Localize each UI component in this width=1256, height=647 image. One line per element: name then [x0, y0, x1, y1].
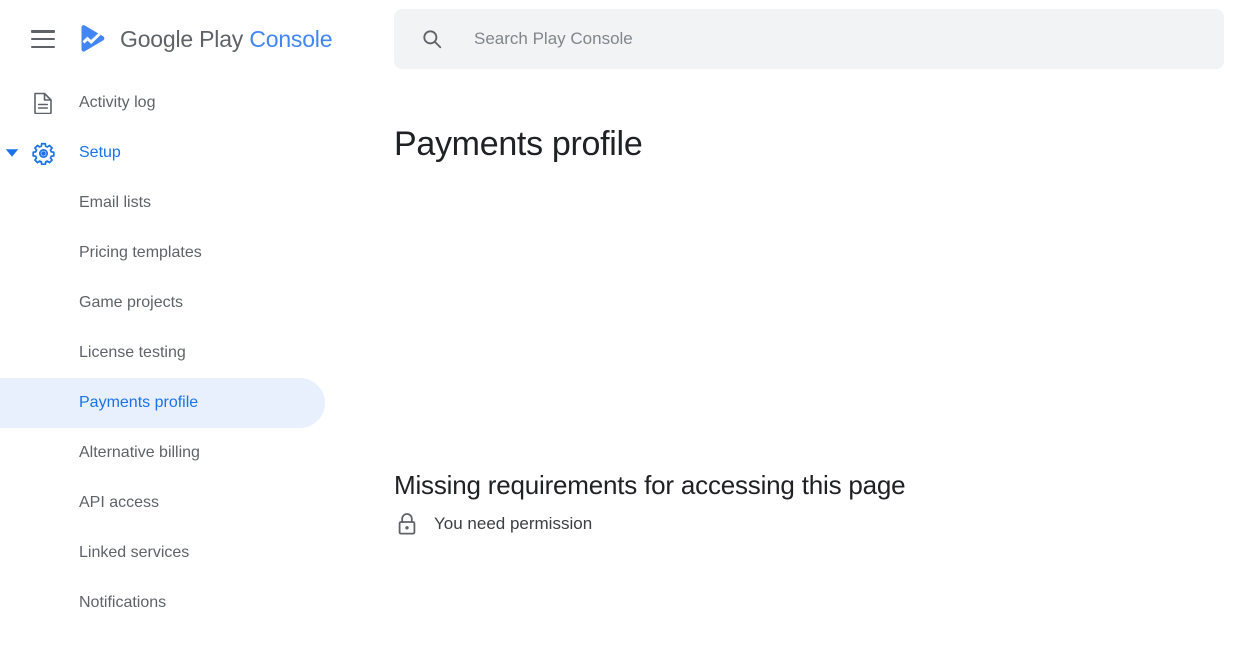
caret-down-icon[interactable] [2, 143, 22, 163]
sidebar-item-license-testing[interactable]: License testing [0, 328, 394, 378]
sidebar-item-payments-profile[interactable]: Payments profile [0, 378, 325, 428]
sidebar-item-activity-log[interactable]: Activity log [0, 78, 394, 128]
sidebar-item-label: Linked services [79, 544, 190, 561]
sidebar-item-linked-services[interactable]: Linked services [0, 528, 394, 578]
sidebar-item-email-lists[interactable]: Email lists [0, 178, 394, 228]
sidebar-header: Google Play Console [0, 0, 394, 78]
sidebar-item-pricing-templates[interactable]: Pricing templates [0, 228, 394, 278]
requirement-item: You need permission [394, 511, 592, 537]
sidebar-item-api-access[interactable]: API access [0, 478, 394, 528]
sidebar-item-label: License testing [79, 344, 186, 361]
play-console-app: Google Play Console Activity log Setup E… [0, 0, 1256, 647]
search-bar[interactable] [394, 9, 1224, 69]
sidebar-item-setup[interactable]: Setup [0, 128, 394, 178]
requirement-text: You need permission [434, 514, 593, 533]
missing-requirements-heading: Missing requirements for accessing this … [394, 469, 906, 500]
sidebar-item-label: API access [79, 494, 160, 511]
sidebar-item-label: Setup [79, 144, 121, 161]
sidebar: Google Play Console Activity log Setup E… [0, 0, 394, 647]
brand-logo-link[interactable]: Google Play Console [76, 23, 333, 55]
document-icon [31, 91, 55, 115]
play-console-logo-icon [81, 25, 105, 52]
sidebar-item-notifications[interactable]: Notifications [0, 578, 394, 628]
hamburger-menu-icon[interactable] [31, 30, 55, 48]
gear-icon [31, 141, 55, 165]
sidebar-nav: Activity log Setup Email lists Pricing t… [0, 78, 394, 628]
hamburger-bar-3 [31, 45, 55, 48]
brand-title-primary: Google Play [120, 25, 244, 52]
sidebar-item-label: Game projects [79, 294, 184, 311]
search-icon [420, 27, 444, 51]
sidebar-item-alternative-billing[interactable]: Alternative billing [0, 428, 394, 478]
page-title: Payments profile [394, 124, 643, 163]
sidebar-item-label: Pricing templates [79, 244, 202, 261]
lock-icon [394, 511, 420, 537]
hamburger-bar-1 [31, 30, 55, 33]
sidebar-item-label: Alternative billing [79, 444, 200, 461]
sidebar-item-label: Payments profile [79, 394, 199, 411]
brand-title-secondary: Console [249, 25, 333, 52]
search-input[interactable] [472, 28, 1172, 50]
hamburger-bar-2 [31, 37, 55, 41]
sidebar-item-label: Activity log [79, 94, 156, 111]
sidebar-item-game-projects[interactable]: Game projects [0, 278, 394, 328]
brand-title: Google Play Console [120, 25, 333, 53]
sidebar-item-label: Email lists [79, 194, 152, 211]
sidebar-item-label: Notifications [79, 594, 167, 611]
main-content: Payments profile Missing requirements fo… [394, 0, 1256, 647]
